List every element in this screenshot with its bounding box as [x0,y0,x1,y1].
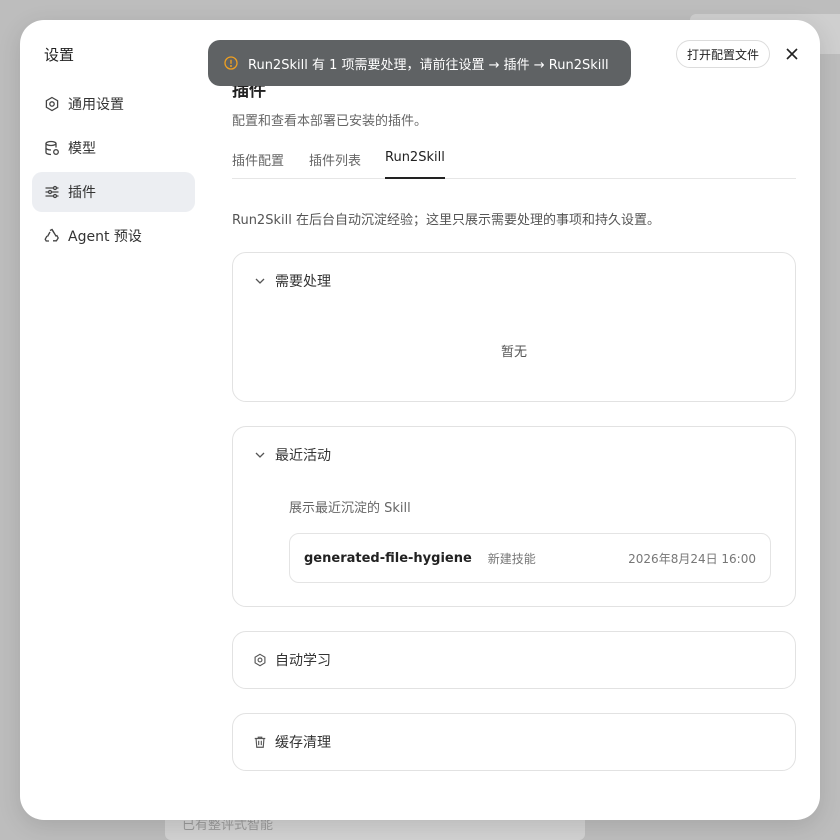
recent-activity-header[interactable]: 最近活动 [253,427,331,483]
run2skill-intro: Run2Skill 在后台自动沉淀经验；这里只展示需要处理的事项和持久设置。 [232,213,660,228]
toast-message: Run2Skill 有 1 项需要处理，请前往设置 → 插件 → Run2Ski… [248,57,609,73]
gear-icon [254,653,266,667]
open-config-button[interactable]: 打开配置文件 [676,40,771,68]
page-subtitle: 配置和查看本部署已安装的插件。 [232,114,428,129]
tab-run2skill[interactable]: Run2Skill [385,150,445,179]
plugin-tabs: 插件配置 插件列表 Run2Skill [232,148,796,179]
cache-cleanup-card[interactable]: 缓存清理 [232,713,796,771]
cache-cleanup-title: 缓存清理 [275,735,331,751]
sidebar-item-label: Agent 预设 [68,229,142,245]
auto-learn-card[interactable]: 自动学习 [232,631,796,689]
sidebar-item-label: 插件 [68,185,96,201]
recycle-icon [44,228,59,242]
recent-activity-title: 最近活动 [275,448,331,464]
sliders-icon [45,185,59,199]
trash-icon [254,736,266,748]
database-icon [45,140,59,156]
pending-header[interactable]: 需要处理 [253,253,331,309]
list-item[interactable]: generated-file-hygiene 新建技能 2026年8月24日 1… [289,533,771,583]
sidebar-item-general[interactable]: 通用设置 [32,84,195,124]
chevron-down-icon [255,278,265,284]
pending-title: 需要处理 [275,274,331,290]
sidebar-item-label: 通用设置 [68,97,124,113]
notification-toast: Run2Skill 有 1 项需要处理，请前往设置 → 插件 → Run2Ski… [208,40,631,86]
sidebar-item-models[interactable]: 模型 [32,128,195,168]
tab-plugin-config[interactable]: 插件配置 [232,150,284,177]
skill-name: generated-file-hygiene [304,550,472,566]
auto-learn-title: 自动学习 [275,653,331,669]
sidebar-title: 设置 [44,46,75,64]
close-button[interactable] [782,44,802,64]
chevron-down-icon [255,452,265,458]
skill-tag: 新建技能 [487,551,536,566]
close-icon [786,48,798,60]
settings-modal: 设置 通用设置 模型 插件 Agent 预设 插件 配置和查看本部署已安装的插件… [20,20,820,820]
recent-activity-card: 最近活动 展示最近沉淀的 Skill generated-file-hygien… [232,426,796,607]
tab-plugin-list[interactable]: 插件列表 [309,150,361,177]
recent-activity-subtitle: 展示最近沉淀的 Skill [289,501,411,516]
gear-icon [45,96,59,112]
warning-circle-icon [224,56,238,70]
cache-cleanup-header[interactable]: 缓存清理 [253,714,331,770]
auto-learn-header[interactable]: 自动学习 [253,632,331,688]
empty-state: 暂无 [500,345,527,360]
skill-timestamp: 2026年8月24日 16:00 [628,551,756,566]
sidebar-item-agent-presets[interactable]: Agent 预设 [32,216,195,256]
sidebar-item-plugins[interactable]: 插件 [32,172,195,212]
pending-card: 需要处理 暂无 [232,252,796,402]
sidebar-item-label: 模型 [68,141,96,157]
